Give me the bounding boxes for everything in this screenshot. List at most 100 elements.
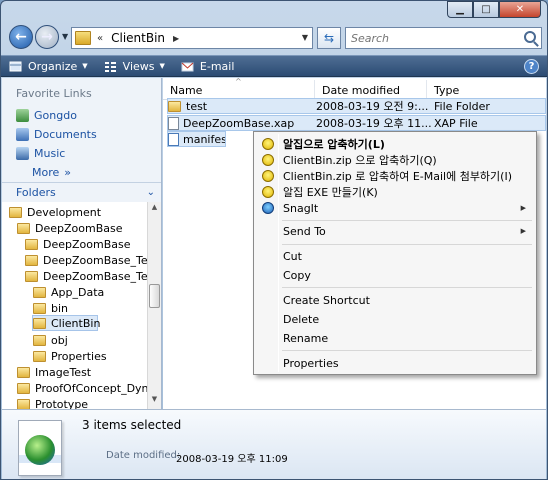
tree-item[interactable]: DeepZoomBase <box>17 220 122 236</box>
folder-tree-scrollbar[interactable]: ▲ ▼ <box>147 202 161 409</box>
menu-item-label: Create Shortcut <box>283 293 370 307</box>
submenu-arrow-icon: ▶ <box>520 227 526 235</box>
file-date: 2008-03-19 오전 9:... <box>316 100 429 113</box>
file-name: DeepZoomBase.xap <box>183 116 295 130</box>
tree-item-label: DeepZoomBase_Test_W <box>43 269 147 283</box>
search-box[interactable] <box>345 27 542 49</box>
minimize-button[interactable]: ▁ <box>447 1 473 18</box>
email-label: E-mail <box>199 59 235 73</box>
recent-pages-dropdown-icon[interactable]: ▼ <box>62 32 68 41</box>
tree-item[interactable]: DeepZoomBase <box>25 236 130 252</box>
address-dropdown-icon[interactable]: ▼ <box>302 33 308 42</box>
tree-item-label: Prototype <box>35 397 89 410</box>
favorite-link-documents[interactable]: Documents <box>2 125 161 144</box>
file-row[interactable]: manifest.xml <box>167 131 226 147</box>
context-menu: 알집으로 압축하기(L) ClientBin.zip 으로 압축하기(Q) Cl… <box>253 131 537 375</box>
scroll-down-icon[interactable]: ▼ <box>148 395 161 408</box>
forward-button[interactable]: → <box>35 25 59 49</box>
menu-item-create-shortcut[interactable]: Create Shortcut <box>256 291 534 309</box>
close-button[interactable]: ✕ <box>499 1 541 18</box>
chevron-down-icon: ▼ <box>82 62 88 70</box>
column-header-type[interactable]: Type <box>427 80 546 100</box>
folder-icon <box>75 31 91 45</box>
tree-item-selected[interactable]: ClientBin <box>32 315 100 331</box>
file-row[interactable]: test 2008-03-19 오전 9:... File Folder <box>167 98 546 114</box>
views-button[interactable]: Views ▼ <box>96 56 173 76</box>
folder-tree: Development DeepZoomBase DeepZoomBase De… <box>2 202 147 409</box>
organize-icon <box>9 61 22 71</box>
folder-icon <box>33 334 46 346</box>
alzip-icon <box>262 186 274 198</box>
more-label: More <box>32 165 60 179</box>
tree-item[interactable]: ImageTest <box>17 364 91 380</box>
file-type: XAP File <box>434 116 478 130</box>
file-icon <box>168 116 179 130</box>
menu-item-label: ClientBin.zip 로 압축하여 E-Mail에 첨부하기(I) <box>283 170 513 183</box>
refresh-button[interactable]: ⇆ <box>317 27 341 49</box>
tree-item[interactable]: Prototype <box>17 396 88 409</box>
tree-item-label: App_Data <box>51 285 105 299</box>
tree-item-label: DeepZoomBase <box>43 237 131 251</box>
tree-item[interactable]: obj <box>33 332 68 348</box>
folder-icon <box>25 254 38 266</box>
folders-header[interactable]: Folders ⌄ <box>2 182 161 202</box>
sort-ascending-icon: ^ <box>235 77 242 86</box>
column-header-date[interactable]: Date modified <box>315 80 427 100</box>
menu-item-send-to[interactable]: Send To ▶ <box>256 222 534 240</box>
chevron-down-icon: ⌄ <box>146 187 155 198</box>
tree-item-label: ImageTest <box>35 365 92 379</box>
tree-item[interactable]: Development <box>9 204 101 220</box>
maximize-button[interactable]: □ <box>473 1 499 18</box>
command-toolbar: Organize ▼ Views ▼ E-mail ? <box>1 55 547 77</box>
favorite-link-music[interactable]: Music <box>2 144 161 163</box>
organize-label: Organize <box>28 59 78 73</box>
selection-count: 3 items selected <box>82 418 182 432</box>
search-input[interactable] <box>351 31 511 45</box>
date-modified-value: 2008-03-19 오후 11:09 <box>176 454 288 465</box>
tree-item[interactable]: DeepZoomBase_Test_W <box>25 268 147 284</box>
file-name: manifest.xml <box>183 132 225 146</box>
scrollbar-thumb[interactable] <box>149 284 160 308</box>
address-overflow-chevron[interactable]: « <box>97 33 103 44</box>
menu-item-snagit[interactable]: SnagIt ▶ <box>256 199 534 217</box>
menu-separator <box>282 244 532 245</box>
views-icon <box>104 61 116 72</box>
favorite-links-header: Favorite Links <box>16 87 92 100</box>
email-button[interactable]: E-mail <box>173 56 243 76</box>
menu-separator <box>282 220 532 221</box>
tree-item-label: ProofOfConcept_Dynami <box>35 381 147 395</box>
column-headers: ^ Name Date modified Type <box>163 77 546 100</box>
menu-item-rename[interactable]: Rename <box>256 329 534 347</box>
menu-item-properties[interactable]: Properties <box>256 354 534 372</box>
snagit-icon <box>262 202 274 214</box>
tree-item[interactable]: App_Data <box>33 284 104 300</box>
help-icon[interactable]: ? <box>524 59 539 74</box>
address-bar[interactable]: « ClientBin ▶ ▼ <box>71 27 313 49</box>
tree-item[interactable]: Properties <box>33 348 107 364</box>
double-chevron-icon: » <box>64 165 72 179</box>
menu-item-copy[interactable]: Copy <box>256 266 534 284</box>
favorite-link-gongdo[interactable]: Gongdo <box>2 106 161 125</box>
tree-item[interactable]: bin <box>33 300 68 316</box>
back-button[interactable]: ← <box>9 25 33 49</box>
user-folder-icon <box>16 109 29 122</box>
organize-button[interactable]: Organize ▼ <box>1 56 96 76</box>
folder-icon <box>17 398 30 409</box>
envelope-icon <box>181 62 194 71</box>
tree-item[interactable]: DeepZoomBase_Test <box>25 252 147 268</box>
more-links-button[interactable]: More » <box>2 163 161 181</box>
folder-icon <box>168 100 181 112</box>
navigation-bar: ← → ▼ « ClientBin ▶ ▼ ⇆ <box>7 23 542 51</box>
tree-item-label: DeepZoomBase_Test <box>43 253 147 267</box>
breadcrumb-arrow-icon[interactable]: ▶ <box>173 34 179 43</box>
address-breadcrumb[interactable]: ClientBin <box>111 31 165 45</box>
scroll-up-icon[interactable]: ▲ <box>148 203 161 216</box>
file-row[interactable]: DeepZoomBase.xap 2008-03-19 오후 11... XAP… <box>167 115 546 131</box>
menu-item-delete[interactable]: Delete <box>256 310 534 328</box>
search-icon[interactable] <box>524 31 536 43</box>
menu-item-cut[interactable]: Cut <box>256 247 534 265</box>
tree-item[interactable]: ProofOfConcept_Dynami <box>17 380 147 396</box>
music-icon <box>16 147 29 160</box>
menu-item-label: Send To <box>283 224 326 238</box>
favorite-link-label: Documents <box>34 128 97 141</box>
